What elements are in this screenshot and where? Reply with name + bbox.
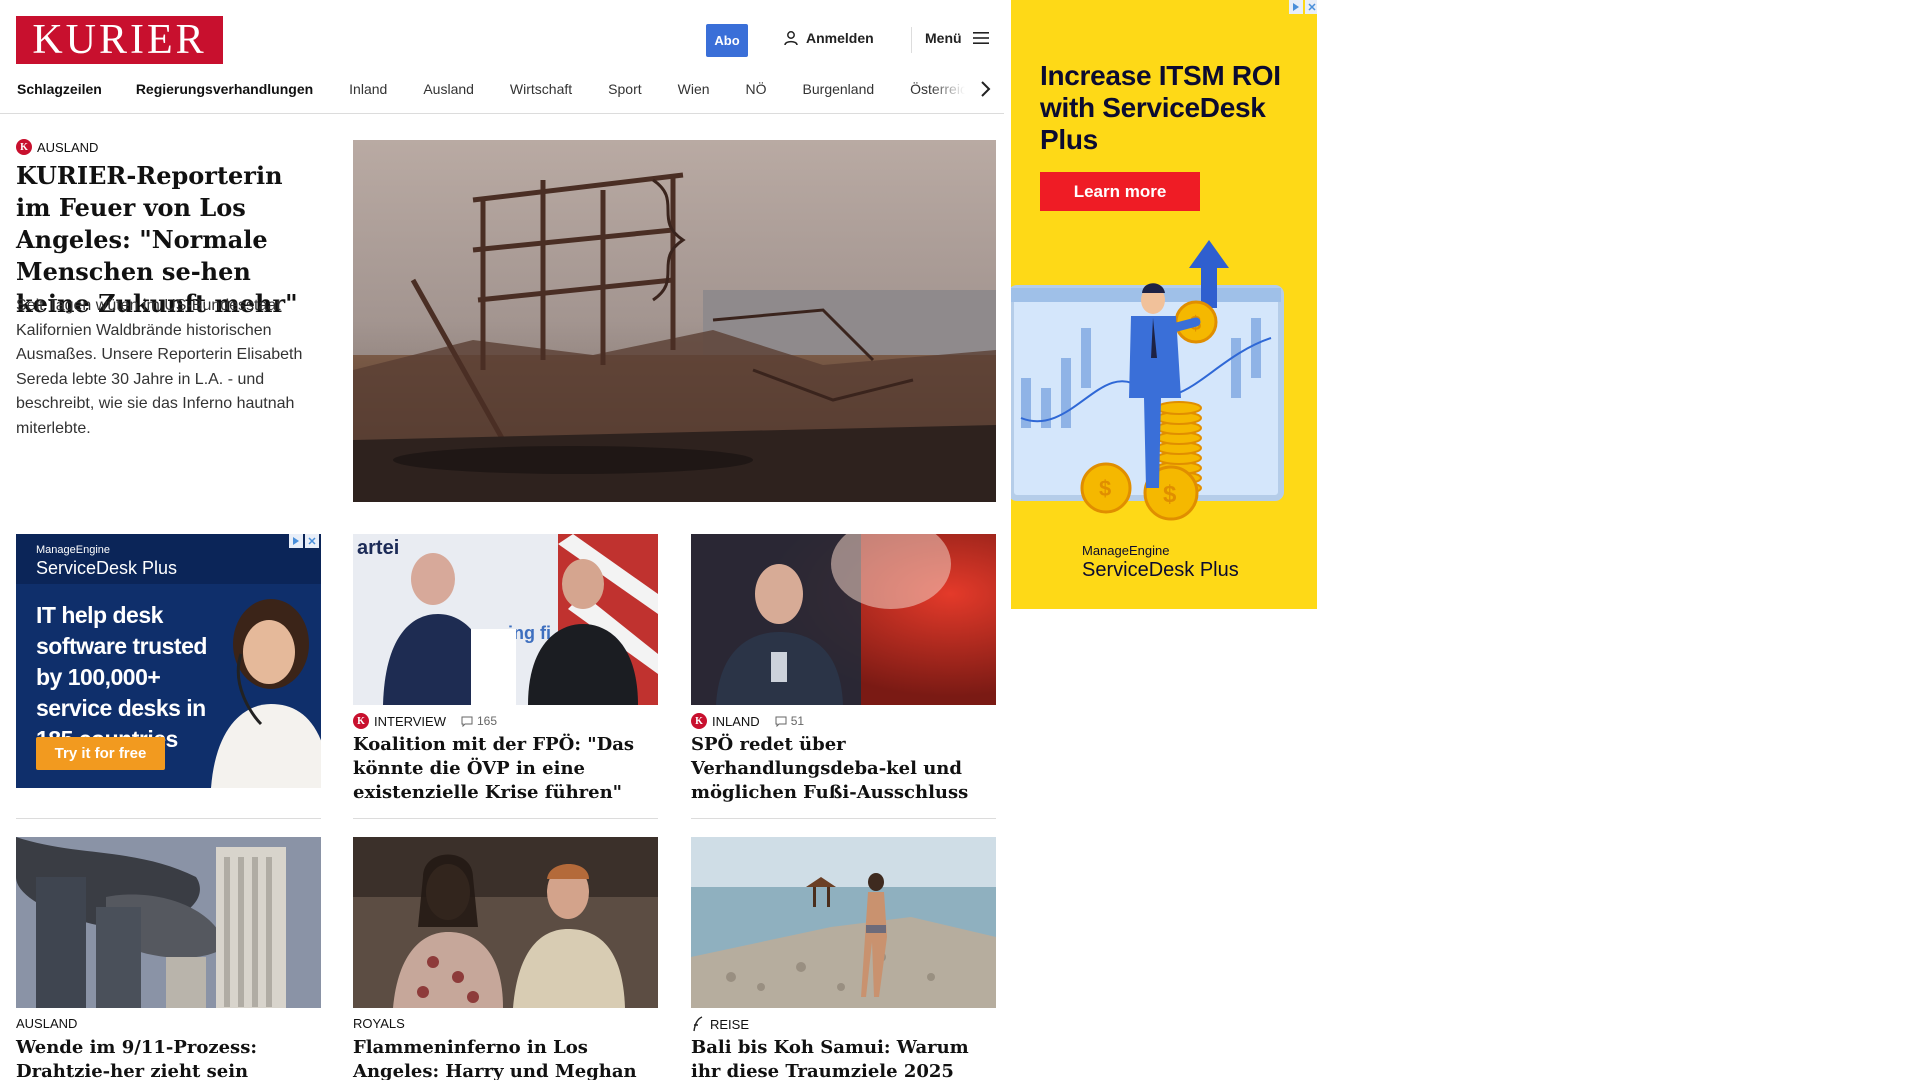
article-headline[interactable]: SPÖ redet über Verhandlungsdeba-kel und … (691, 733, 996, 805)
user-icon (784, 31, 798, 46)
ad-learn-more-button[interactable]: Learn more (1040, 172, 1200, 211)
nav-item-regierungsverhandlungen[interactable]: Regierungsverhandlungen (136, 81, 313, 97)
nav-item-burgenland[interactable]: Burgenland (803, 81, 875, 97)
ad-try-free-button[interactable]: Try it for free (36, 737, 165, 770)
lead-image-fire-ruins[interactable] (353, 140, 996, 502)
kurier-badge-icon: K (16, 139, 32, 155)
article-headline[interactable]: Flammeninferno in Los Angeles: Harry und… (353, 1036, 658, 1080)
nav-item-sport[interactable]: Sport (608, 81, 641, 97)
nav-item-ausland[interactable]: Ausland (423, 81, 474, 97)
article-category[interactable]: AUSLAND (16, 1016, 77, 1031)
ad-brand-top: ManageEngine (1082, 543, 1170, 558)
kurier-logo[interactable]: KURIER (16, 16, 223, 64)
article-headline[interactable]: Bali bis Koh Samui: Warum ihr diese Trau… (691, 1036, 996, 1080)
ad-choices[interactable] (1289, 0, 1317, 14)
article-image-spoe[interactable] (691, 534, 996, 705)
article-divider (16, 818, 321, 819)
article-category[interactable]: REISE (691, 1016, 749, 1032)
header-divider (911, 27, 912, 53)
kurier-badge-icon: K (353, 713, 369, 729)
ad-brand: ServiceDesk Plus (1082, 559, 1239, 581)
chevron-right-icon[interactable] (975, 79, 995, 99)
kurier-badge-icon: K (691, 713, 707, 729)
ad-close-icon[interactable] (1305, 0, 1317, 14)
menu-label: Menü (925, 30, 962, 46)
article-category[interactable]: ROYALS (353, 1016, 405, 1031)
article-category-label: AUSLAND (16, 1016, 78, 1031)
comment-count[interactable]: 165 (461, 714, 497, 728)
svg-text:artei: artei (357, 537, 399, 559)
login-button[interactable]: Anmelden (783, 30, 874, 46)
ad-brand-top: ManageEngine (36, 544, 111, 556)
ad-servicedesk-small[interactable]: ManageEngine ServiceDesk Plus IT help de… (16, 534, 321, 788)
ad-illustration: $ $ $ (1011, 240, 1284, 521)
article-image-koalition[interactable]: artei ing fi (353, 534, 658, 705)
ad-choices[interactable] (289, 534, 319, 548)
article-category[interactable]: K INLAND 51 (691, 713, 804, 729)
article-image-royals[interactable] (353, 837, 658, 1008)
menu-button[interactable]: Menü (925, 30, 990, 46)
article-category-label: REISE (710, 1016, 750, 1032)
category-nav: Schlagzeilen Regierungsverhandlungen Inl… (0, 74, 1004, 114)
nav-item-wirtschaft[interactable]: Wirtschaft (510, 81, 572, 97)
article-divider (691, 818, 996, 819)
article-category-label: INLAND (712, 713, 760, 729)
comment-count-value: 165 (477, 714, 498, 728)
article-category[interactable]: K INTERVIEW 165 (353, 713, 497, 729)
nav-item-noe[interactable]: NÖ (746, 81, 767, 97)
reise-quill-icon (693, 1016, 703, 1032)
article-headline[interactable]: Koalition mit der FPÖ: "Das könnte die Ö… (353, 733, 658, 805)
article-image-911[interactable] (16, 837, 321, 1008)
ad-brand: ServiceDesk Plus (36, 558, 178, 578)
comment-count-value: 51 (790, 714, 805, 728)
nav-item-inland[interactable]: Inland (349, 81, 387, 97)
svg-text:$: $ (1163, 481, 1177, 508)
svg-text:$: $ (1099, 476, 1111, 501)
ad-servicedesk-skyscraper[interactable]: Increase ITSM ROI with ServiceDesk Plus … (1011, 0, 1317, 609)
login-label: Anmelden (806, 30, 874, 46)
article-headline[interactable]: Wende im 9/11-Prozess: Drahtzie-her zieh… (16, 1036, 321, 1080)
ad-info-icon[interactable] (289, 534, 303, 548)
hamburger-icon (972, 32, 989, 44)
ad-info-icon[interactable] (1289, 0, 1303, 14)
nav-item-schlagzeilen[interactable]: Schlagzeilen (17, 81, 102, 97)
nav-fade (930, 74, 980, 104)
article-divider (353, 818, 658, 819)
kurier-site: KURIER Abo Anmelden Menü Schlagzeilen Re… (0, 0, 1004, 1080)
ad-close-icon[interactable] (305, 534, 319, 548)
ad-headline: Increase ITSM ROI with ServiceDesk Plus (1040, 60, 1281, 155)
comment-icon (775, 716, 787, 727)
abo-button[interactable]: Abo (706, 24, 748, 57)
comment-count[interactable]: 51 (775, 714, 804, 728)
article-category-label: ROYALS (353, 1016, 405, 1031)
lead-category[interactable]: K AUSLAND (16, 139, 98, 155)
lead-category-label: AUSLAND (37, 139, 99, 155)
nav-item-wien[interactable]: Wien (678, 81, 710, 97)
comment-icon (461, 716, 473, 727)
article-category-label: INTERVIEW (374, 713, 446, 729)
lead-teaser: Seit Tagen wüten im US-Bundesstaat Kalif… (16, 297, 303, 437)
article-image-bali[interactable] (691, 837, 996, 1008)
ad-person-image (211, 599, 321, 788)
